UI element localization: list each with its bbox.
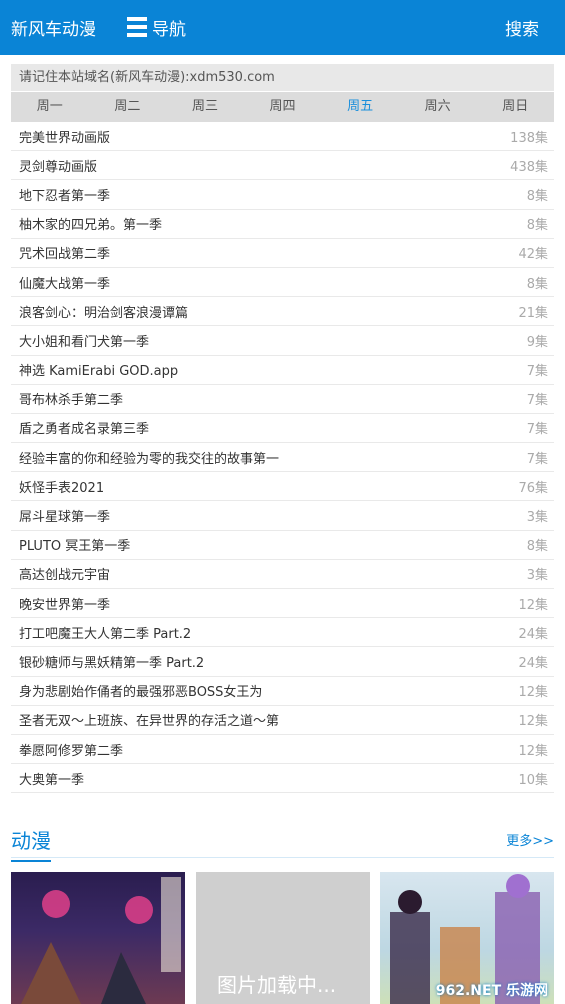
item-title: 咒术回战第二季: [19, 247, 111, 263]
weekday-tabs: 周一 周二 周三 周四 周五 周六 周日: [11, 92, 554, 122]
more-link[interactable]: 更多>>: [506, 830, 554, 849]
item-title: 晚安世界第一季: [19, 597, 111, 613]
tab-thursday[interactable]: 周四: [244, 92, 322, 122]
schedule-list: 完美世界动画版 138集 灵剑尊动画版 438集 地下忍者第一季 8集 柚木家的四兄弟…: [11, 122, 554, 794]
episode-count: 12集: [518, 743, 548, 759]
item-title: 拳愿阿修罗第二季: [19, 743, 124, 759]
episode-count: 24集: [518, 626, 548, 642]
item-title: 经验丰富的你和经验为零的我交往的故事第一: [19, 451, 280, 467]
nav-button[interactable]: 导航: [127, 15, 186, 40]
list-item[interactable]: 完美世界动画版 138集: [11, 122, 554, 152]
list-item[interactable]: 盾之勇者成名录第三季 7集: [11, 414, 554, 444]
list-item[interactable]: 高达创战元宇宙 3集: [11, 560, 554, 589]
menu-icon: [127, 17, 147, 37]
item-title: 身为悲剧始作俑者的最强邪恶BOSS女王为: [19, 685, 263, 701]
episode-count: 12集: [518, 714, 548, 730]
item-title: 圣者无双～上班族、在异世界的存活之道～第: [19, 714, 280, 730]
item-title: 大奥第一季: [19, 772, 85, 788]
anime-poster-card[interactable]: 图片加载中...: [196, 872, 370, 1004]
episode-count: 12集: [518, 597, 548, 613]
list-item[interactable]: 身为悲剧始作俑者的最强邪恶BOSS女王为 12集: [11, 677, 554, 706]
episode-count: 7集: [526, 422, 548, 438]
episode-count: 10集: [518, 772, 548, 788]
anime-poster-card[interactable]: [11, 872, 185, 1004]
episode-count: 21集: [518, 305, 548, 321]
list-item[interactable]: 打工吧魔王大人第二季 Part.2 24集: [11, 618, 554, 648]
watermark-logo: 962.NET 乐游网: [435, 983, 548, 999]
item-title: 柚木家的四兄弟。第一季: [19, 218, 163, 234]
episode-count: 8集: [526, 539, 548, 555]
list-item[interactable]: 大奥第一季 10集: [11, 764, 554, 794]
top-header: 新风车动漫 导航 搜索: [0, 0, 565, 55]
anime-poster-card[interactable]: 962.NET 乐游网: [380, 872, 554, 1004]
episode-count: 3集: [526, 568, 548, 584]
item-title: 高达创战元宇宙: [19, 568, 111, 584]
list-item[interactable]: 神选 KamiErabi GOD.app 7集: [11, 356, 554, 385]
list-item[interactable]: 咒术回战第二季 42集: [11, 239, 554, 268]
item-title: 浪客剑心：明治剑客浪漫谭篇: [19, 305, 189, 321]
loading-text: 图片加载中...: [217, 973, 337, 997]
item-title: 神选 KamiErabi GOD.app: [19, 364, 179, 380]
item-title: 打工吧魔王大人第二季 Part.2: [19, 626, 192, 642]
tab-sunday[interactable]: 周日: [476, 92, 554, 122]
site-logo[interactable]: 新风车动漫: [11, 15, 96, 40]
nav-label: 导航: [152, 19, 186, 40]
list-item[interactable]: 浪客剑心：明治剑客浪漫谭篇 21集: [11, 297, 554, 327]
domain-notice: 请记住本站域名(新风车动漫):xdm530.com: [11, 64, 554, 91]
episode-count: 9集: [526, 334, 548, 350]
item-title: 屌斗星球第一季: [19, 510, 111, 526]
episode-count: 8集: [526, 218, 548, 234]
tab-monday[interactable]: 周一: [11, 92, 89, 122]
list-item[interactable]: 屌斗星球第一季 3集: [11, 501, 554, 531]
list-item[interactable]: 晚安世界第一季 12集: [11, 589, 554, 619]
episode-count: 7集: [526, 364, 548, 380]
episode-count: 3集: [526, 510, 548, 526]
anime-cards: 图片加载中... 962.NET 乐游网: [11, 872, 554, 1004]
tab-tuesday[interactable]: 周二: [89, 92, 167, 122]
item-title: 地下忍者第一季: [19, 188, 111, 204]
list-item[interactable]: 仙魔大战第一季 8集: [11, 268, 554, 298]
episode-count: 138集: [510, 130, 548, 146]
list-item[interactable]: 银砂糖师与黑妖精第一季 Part.2 24集: [11, 647, 554, 677]
episode-count: 7集: [526, 451, 548, 467]
list-item[interactable]: 妖怪手表2021 76集: [11, 472, 554, 502]
item-title: PLUTO 冥王第一季: [19, 539, 131, 555]
episode-count: 438集: [510, 159, 548, 175]
episode-count: 7集: [526, 393, 548, 409]
section-title: 动漫: [11, 825, 51, 862]
episode-count: 42集: [518, 247, 548, 263]
item-title: 仙魔大战第一季: [19, 276, 111, 292]
episode-count: 12集: [518, 685, 548, 701]
item-title: 大小姐和看门犬第一季: [19, 334, 150, 350]
episode-count: 8集: [526, 276, 548, 292]
item-title: 灵剑尊动画版: [19, 159, 98, 175]
item-title: 哥布林杀手第二季: [19, 393, 124, 409]
list-item[interactable]: 哥布林杀手第二季 7集: [11, 385, 554, 414]
search-button[interactable]: 搜索: [505, 15, 539, 40]
episode-count: 76集: [518, 480, 548, 496]
tab-wednesday[interactable]: 周三: [166, 92, 244, 122]
list-item[interactable]: 拳愿阿修罗第二季 12集: [11, 735, 554, 765]
item-title: 盾之勇者成名录第三季: [19, 422, 150, 438]
anime-section-header: 动漫 更多>>: [11, 822, 554, 862]
list-item[interactable]: PLUTO 冥王第一季 8集: [11, 531, 554, 560]
list-item[interactable]: 圣者无双～上班族、在异世界的存活之道～第 12集: [11, 706, 554, 735]
item-title: 银砂糖师与黑妖精第一季 Part.2: [19, 655, 205, 671]
list-item[interactable]: 地下忍者第一季 8集: [11, 180, 554, 210]
list-item[interactable]: 柚木家的四兄弟。第一季 8集: [11, 210, 554, 239]
episode-count: 24集: [518, 655, 548, 671]
list-item[interactable]: 灵剑尊动画版 438集: [11, 151, 554, 181]
tab-friday[interactable]: 周五: [321, 92, 399, 122]
tab-saturday[interactable]: 周六: [399, 92, 477, 122]
item-title: 完美世界动画版: [19, 130, 111, 146]
poster-image: [21, 877, 181, 1004]
list-item[interactable]: 大小姐和看门犬第一季 9集: [11, 326, 554, 356]
list-item[interactable]: 经验丰富的你和经验为零的我交往的故事第一 7集: [11, 443, 554, 473]
item-title: 妖怪手表2021: [19, 480, 105, 496]
episode-count: 8集: [526, 188, 548, 204]
